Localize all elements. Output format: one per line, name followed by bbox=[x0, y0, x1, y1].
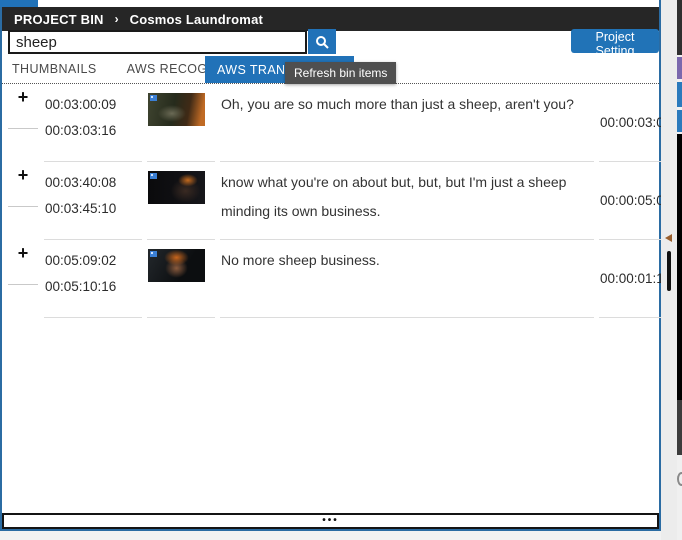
background-block bbox=[677, 110, 682, 132]
background-block bbox=[677, 400, 682, 455]
search-icon bbox=[315, 35, 329, 49]
add-clip-button[interactable]: + bbox=[18, 244, 29, 262]
plus-cell: + bbox=[8, 163, 38, 207]
transcript-text[interactable]: know what you're on about but, but, but … bbox=[220, 162, 594, 240]
chevron-right-icon: › bbox=[115, 12, 119, 26]
breadcrumb-root[interactable]: PROJECT BIN bbox=[14, 12, 104, 27]
tab-thumbnails[interactable]: THUMBNAILS bbox=[12, 62, 97, 76]
start-timecode: 00:03:40:08 bbox=[45, 170, 141, 196]
add-clip-button[interactable]: + bbox=[18, 166, 29, 184]
end-timecode: 00:03:03:16 bbox=[45, 118, 141, 144]
start-timecode: 00:05:09:02 bbox=[45, 248, 141, 274]
background-circle-icon bbox=[677, 472, 682, 486]
transcript-text[interactable]: No more sheep business. bbox=[220, 240, 594, 318]
clip-badge-icon bbox=[150, 95, 157, 101]
plus-cell: + bbox=[8, 241, 38, 285]
background-block bbox=[677, 134, 682, 400]
end-timecode: 00:05:10:16 bbox=[45, 274, 141, 300]
background-app-edge bbox=[677, 0, 682, 540]
scrollbar-thumb[interactable] bbox=[667, 251, 671, 291]
end-timecode: 00:03:45:10 bbox=[45, 196, 141, 222]
result-row[interactable]: + 00:03:40:08 00:03:45:10 know what you'… bbox=[7, 162, 662, 240]
breadcrumb-current: Cosmos Laundromat bbox=[130, 12, 263, 27]
collapse-arrow-icon[interactable] bbox=[665, 234, 672, 242]
background-block bbox=[677, 57, 682, 79]
clip-badge-icon bbox=[150, 173, 157, 179]
breadcrumb: PROJECT BIN › Cosmos Laundromat bbox=[2, 7, 659, 31]
clip-thumbnail[interactable] bbox=[148, 249, 205, 282]
transcript-results-table: + 00:03:00:09 00:03:03:16 Oh, you are so… bbox=[2, 84, 667, 318]
background-block bbox=[677, 82, 682, 107]
start-timecode: 00:03:00:09 bbox=[45, 92, 141, 118]
background-block bbox=[677, 0, 682, 55]
transcript-text[interactable]: Oh, you are so much more than just a she… bbox=[220, 84, 594, 162]
result-row[interactable]: + 00:03:00:09 00:03:03:16 Oh, you are so… bbox=[7, 84, 662, 162]
plus-cell: + bbox=[8, 85, 38, 129]
result-row[interactable]: + 00:05:09:02 00:05:10:16 No more sheep … bbox=[7, 240, 662, 318]
clip-badge-icon bbox=[150, 251, 157, 257]
clip-duration: 00:00:05:03 bbox=[599, 162, 662, 240]
clip-thumbnail[interactable] bbox=[148, 171, 205, 204]
timecode-cell: 00:03:40:08 00:03:45:10 bbox=[44, 162, 142, 240]
panel-splitter[interactable] bbox=[661, 0, 677, 540]
search-button[interactable] bbox=[308, 29, 336, 54]
timecode-cell: 00:05:09:02 00:05:10:16 bbox=[44, 240, 142, 318]
search-input[interactable] bbox=[8, 30, 307, 54]
drawer-handle[interactable]: ••• bbox=[2, 513, 659, 529]
add-clip-button[interactable]: + bbox=[18, 88, 29, 106]
clip-thumbnail[interactable] bbox=[148, 93, 205, 126]
timecode-cell: 00:03:00:09 00:03:03:16 bbox=[44, 84, 142, 162]
stage: PROJECT BIN › Cosmos Laundromat Project … bbox=[0, 0, 682, 540]
clip-duration: 00:00:01:15 bbox=[599, 240, 662, 318]
clip-duration: 00:00:03:08 bbox=[599, 84, 662, 162]
project-setting-button[interactable]: Project Setting bbox=[571, 29, 659, 53]
panel-top-tab bbox=[0, 0, 38, 7]
refresh-bin-tooltip: Refresh bin items bbox=[285, 62, 396, 84]
